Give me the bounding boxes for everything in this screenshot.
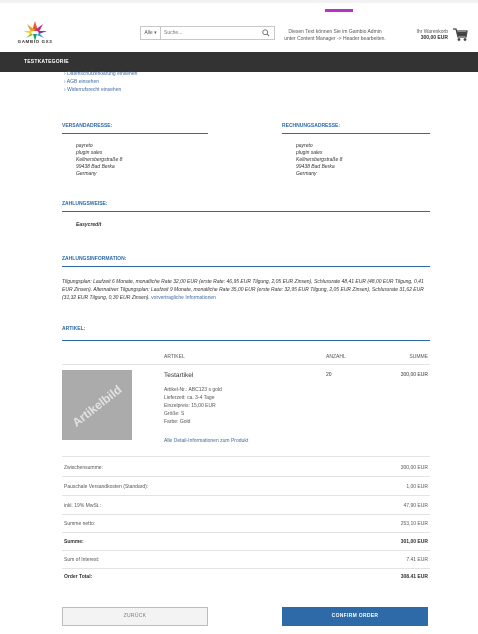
billing-address: payreto plugin sales Kellnersbergstraße …: [296, 143, 343, 177]
back-button[interactable]: ZURÜCK: [62, 607, 208, 626]
order-total-value: 308.41 EUR: [400, 574, 428, 580]
column-article: ARTIKEL: [164, 354, 185, 360]
articles-heading: ARTIKEL:: [62, 326, 86, 332]
payment-method: Easycredit: [76, 222, 102, 228]
shipping-address-heading: VERSANDADRESSE:: [62, 123, 113, 129]
order-total-label: Order Total:: [64, 574, 93, 580]
cart-total: 300,00 EUR: [420, 35, 448, 41]
category-bar: TESTKATEGORIE: [0, 52, 478, 72]
product-meta: Artikel-Nr.: ABC123 s gold Lieferzeit: c…: [164, 387, 222, 425]
billing-address-heading: RECHNUNGSADRESSE:: [282, 123, 341, 129]
payment-info-heading: ZAHLUNGSINFORMATION:: [62, 256, 127, 262]
product-price: 300,00 EUR: [400, 372, 428, 378]
shipping-address: payreto plugin sales Kellnersbergstraße …: [76, 143, 123, 177]
confirm-order-button[interactable]: CONFIRM ORDER: [282, 607, 428, 626]
withdrawal-link[interactable]: Widerrufsrecht einsehen: [64, 86, 137, 94]
summary-value: 301,00 EUR: [400, 539, 428, 545]
privacy-link[interactable]: Datenschutzerklärung einsehen: [64, 70, 137, 78]
divider: [62, 550, 430, 551]
search-category-select[interactable]: Alle ▾: [141, 27, 161, 39]
product-quantity: 20: [326, 372, 332, 378]
summary-value: 47,90 EUR: [403, 503, 428, 509]
legal-links: Datenschutzerklärung einsehen AGB einseh…: [64, 70, 138, 94]
precontract-info-link[interactable]: vorvertragliche Informationen: [151, 295, 216, 301]
divider: [62, 211, 430, 212]
summary-value: 7.41 EUR: [406, 557, 428, 563]
column-quantity: ANZAHL: [326, 354, 346, 360]
summary-value: 1,00 EUR: [406, 484, 428, 490]
divider: [62, 532, 430, 533]
cart-icon[interactable]: [452, 27, 468, 42]
divider: [62, 568, 430, 569]
summary-value: 253,10 EUR: [400, 521, 428, 527]
search-input[interactable]: [164, 28, 254, 38]
summary-label: Sum of Interest:: [64, 557, 100, 563]
search-box: Alle ▾: [140, 26, 275, 40]
divider: [62, 364, 430, 365]
product-image[interactable]: Artikelbild: [62, 370, 132, 440]
summary-value: 300,00 EUR: [400, 465, 428, 471]
divider: [62, 340, 430, 341]
category-link[interactable]: TESTKATEGORIE: [24, 59, 69, 65]
divider: [62, 133, 208, 134]
divider: [62, 456, 430, 457]
product-name[interactable]: Testartikel: [164, 372, 193, 379]
summary-label: Zwischensumme:: [64, 465, 103, 471]
summary-label: inkl. 19% MwSt.:: [64, 503, 101, 509]
payment-method-heading: ZAHLUNGSWEISE:: [62, 201, 108, 207]
column-sum: SUMME: [409, 354, 428, 360]
terms-link[interactable]: AGB einsehen: [64, 78, 137, 86]
cart-summary[interactable]: Ihr Warenkorb 300,00 EUR: [412, 29, 449, 41]
top-strip: [0, 0, 478, 3]
divider: [62, 266, 430, 267]
search-icon[interactable]: [262, 29, 270, 37]
logo-text: GAMBIO GX3: [17, 39, 53, 44]
divider: [62, 476, 430, 477]
summary-label: Summe:: [64, 539, 84, 545]
product-image-placeholder-text: Artikelbild: [69, 382, 125, 430]
product-details-link[interactable]: Alle Detail-Informationen zum Produkt: [164, 438, 248, 444]
divider: [282, 133, 430, 134]
divider: [62, 495, 430, 496]
summary-label: Summe netto:: [64, 521, 96, 527]
summary-label: Pauschale Versandkosten (Standard):: [64, 484, 149, 490]
divider: [62, 514, 430, 515]
site-header: GAMBIO GX3 Alle ▾ Diesen Text können Sie…: [0, 12, 478, 52]
payment-info-text: Tilgungsplan: Laufzeit 6 Monate, monatli…: [62, 279, 424, 301]
header-note: Diesen Text können Sie im Gambio Admin u…: [284, 29, 386, 42]
